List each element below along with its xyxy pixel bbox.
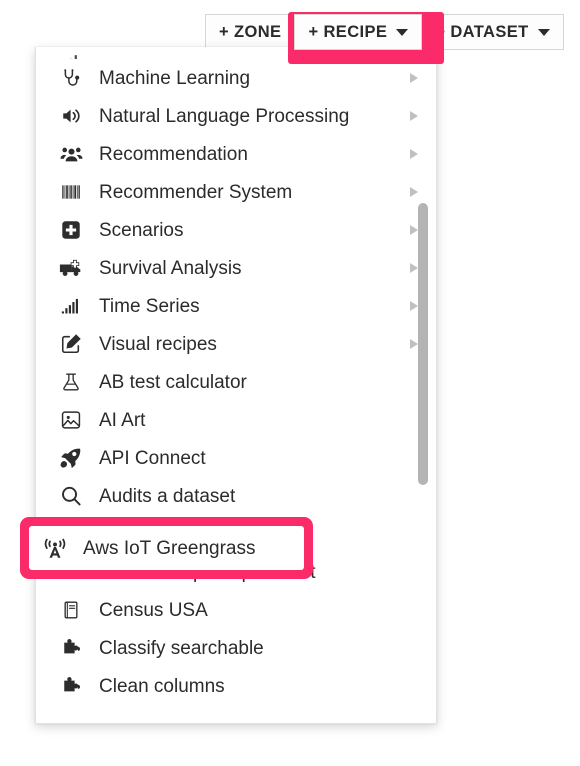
rocket-icon <box>56 447 86 469</box>
screen: + ZONE + RECIPE + DATASET Machine Learni… <box>0 0 580 766</box>
menu-item-label: Time Series <box>99 295 200 317</box>
stethoscope-icon <box>56 67 86 89</box>
menu-item-api-connect[interactable]: API Connect <box>36 439 436 477</box>
menu-item-label: Clean columns <box>99 675 225 697</box>
book-icon <box>56 599 86 621</box>
signal-bars-icon <box>56 296 86 316</box>
chevron-right-icon <box>410 225 418 235</box>
first-aid-kit-icon <box>56 219 86 241</box>
menu-item-label: API Connect <box>99 447 206 469</box>
ambulance-icon <box>56 258 86 278</box>
add-dataset-label: + DATASET <box>435 22 529 41</box>
clipped-icon <box>56 47 86 59</box>
menu-item-classify-searchable[interactable]: Classify searchable <box>36 629 436 667</box>
chevron-right-icon <box>410 339 418 349</box>
chevron-right-icon <box>410 149 418 159</box>
menu-item-recommendation[interactable]: Recommendation <box>36 135 436 173</box>
recipe-menu-list: Machine Learning Natural Language Process… <box>36 47 436 705</box>
menu-scrollbar-thumb[interactable] <box>418 203 428 485</box>
users-icon <box>56 143 86 165</box>
puzzle-piece-icon <box>56 675 86 697</box>
menu-item-label: Scenarios <box>99 219 184 241</box>
menu-item-label: Survival Analysis <box>99 257 242 279</box>
menu-scrollbar-track[interactable] <box>418 47 432 723</box>
menu-item-recommender-system[interactable]: Recommender System <box>36 173 436 211</box>
menu-item-label: Census USA <box>99 599 208 621</box>
add-zone-label: + ZONE <box>219 22 282 41</box>
aws-iot-greengrass-item[interactable]: Aws IoT Greengrass <box>20 517 313 579</box>
chevron-right-icon <box>410 73 418 83</box>
menu-item-label: Visual recipes <box>99 333 217 355</box>
menu-item-label: Machine Learning <box>99 67 251 89</box>
top-toolbar: + ZONE + RECIPE + DATASET <box>205 14 564 50</box>
chevron-right-icon <box>410 263 418 273</box>
menu-item-ab-test-calculator[interactable]: AB test calculator <box>36 363 436 401</box>
broadcast-tower-icon <box>40 537 70 560</box>
chevron-down-icon <box>396 28 409 36</box>
menu-item-clean-columns[interactable]: Clean columns <box>36 667 436 705</box>
add-zone-button[interactable]: + ZONE <box>205 14 295 50</box>
chevron-right-icon <box>410 187 418 197</box>
chevron-down-icon <box>537 28 550 36</box>
image-icon <box>56 409 86 431</box>
menu-item-time-series[interactable]: Time Series <box>36 287 436 325</box>
recipe-dropdown-menu: Machine Learning Natural Language Process… <box>35 47 437 724</box>
menu-item-scenarios[interactable]: Scenarios <box>36 211 436 249</box>
chevron-right-icon <box>410 111 418 121</box>
chevron-right-icon <box>410 301 418 311</box>
puzzle-piece-icon <box>56 637 86 659</box>
menu-item-natural-language-processing[interactable]: Natural Language Processing <box>36 97 436 135</box>
menu-item-ai-art[interactable]: AI Art <box>36 401 436 439</box>
barcode-icon <box>56 182 86 202</box>
menu-item-label: AB test calculator <box>99 371 247 393</box>
menu-item-label: Recommender System <box>99 181 293 203</box>
menu-item-label: Recommendation <box>99 143 248 165</box>
menu-item-census-usa[interactable]: Census USA <box>36 591 436 629</box>
add-recipe-button[interactable]: + RECIPE <box>294 14 423 50</box>
menu-item-audits-a-dataset[interactable]: Audits a dataset <box>36 477 436 515</box>
pencil-square-icon <box>56 333 86 355</box>
menu-item-label: Audits a dataset <box>99 485 236 507</box>
menu-item-survival-analysis[interactable]: Survival Analysis <box>36 249 436 287</box>
menu-item-label: AI Art <box>99 409 146 431</box>
speaker-icon <box>56 105 86 127</box>
menu-item-label: Natural Language Processing <box>99 105 350 127</box>
aws-iot-greengrass-row[interactable]: Aws IoT Greengrass <box>29 526 304 570</box>
menu-item-visual-recipes[interactable]: Visual recipes <box>36 325 436 363</box>
add-recipe-label: + RECIPE <box>308 22 388 41</box>
menu-item-label: Classify searchable <box>99 637 264 659</box>
aws-iot-greengrass-label: Aws IoT Greengrass <box>83 537 256 559</box>
flask-icon <box>56 371 86 393</box>
menu-item-machine-learning[interactable]: Machine Learning <box>36 59 436 97</box>
magnifier-icon <box>56 485 86 507</box>
